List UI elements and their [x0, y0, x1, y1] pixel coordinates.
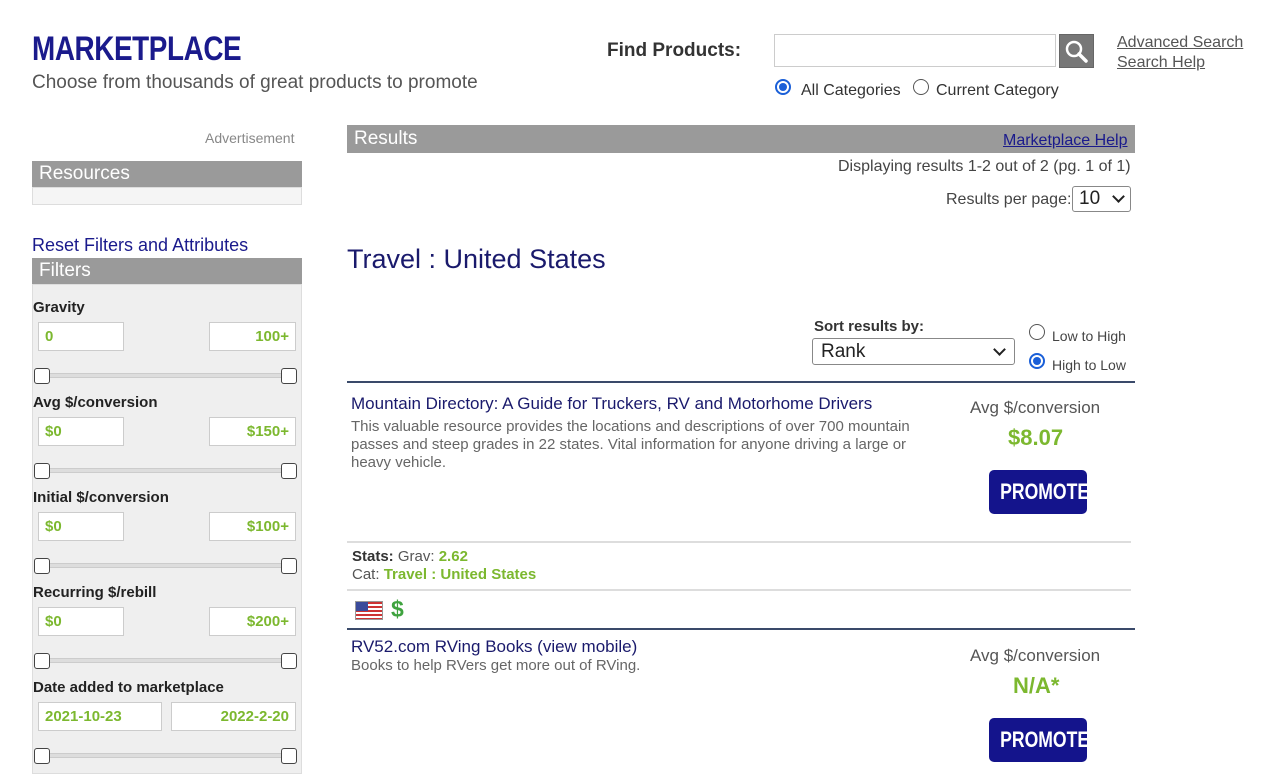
product-stats: Stats: Grav: 2.62	[352, 548, 468, 565]
gravity-min-handle[interactable]	[34, 368, 50, 384]
advertisement-label: Advertisement	[205, 130, 295, 146]
stats-divider	[347, 541, 1131, 543]
initial-conversion-max-handle[interactable]	[281, 558, 297, 574]
sort-label: Sort results by:	[814, 318, 925, 335]
results-per-page-label: Results per page:	[946, 191, 1072, 208]
recurring-rebill-max-input[interactable]: $200+	[209, 607, 296, 636]
avg-conversion-filter-label: Avg $/conversion	[33, 394, 158, 411]
date-added-max-handle[interactable]	[281, 748, 297, 764]
results-per-page-select[interactable]: 10	[1072, 186, 1131, 212]
promote-button[interactable]: PROMOTE	[989, 470, 1090, 514]
marketplace-help-link[interactable]: Marketplace Help	[1003, 132, 1128, 150]
search-input[interactable]	[774, 34, 1056, 67]
search-button[interactable]	[1059, 34, 1094, 68]
gravity-slider-track[interactable]	[42, 373, 288, 378]
grav-value: 2.62	[438, 548, 468, 565]
avg-conversion-value: $8.07	[1008, 425, 1064, 450]
us-flag-icon	[355, 601, 383, 620]
date-added-max-input[interactable]: 2022-2-20	[171, 702, 296, 731]
avg-conversion-max-handle[interactable]	[281, 463, 297, 479]
chevron-down-icon	[993, 343, 1006, 356]
gravity-max-input[interactable]: 100+	[209, 322, 296, 351]
product-description: This valuable resource provides the loca…	[351, 418, 910, 471]
search-help-link[interactable]: Search Help	[1117, 54, 1205, 72]
current-category-radio[interactable]	[913, 79, 929, 95]
icons-divider	[347, 589, 1131, 591]
avg-conversion-value: N/A*	[1013, 673, 1060, 698]
gravity-max-handle[interactable]	[281, 368, 297, 384]
product-divider	[347, 628, 1135, 630]
marketplace-subtitle: Choose from thousands of great products …	[32, 72, 478, 93]
initial-conversion-min-input[interactable]: $0	[38, 512, 124, 541]
date-added-slider-track[interactable]	[42, 753, 288, 758]
promote-button-label: PROMOTE	[1000, 727, 1090, 752]
advanced-search-link[interactable]: Advanced Search	[1117, 34, 1243, 52]
resources-header: Resources	[32, 161, 302, 187]
recurring-rebill-min-input[interactable]: $0	[38, 607, 124, 636]
all-categories-radio[interactable]	[775, 79, 791, 95]
reset-filters-link[interactable]: Reset Filters and Attributes	[32, 235, 248, 256]
find-products-label: Find Products:	[607, 40, 742, 61]
gravity-filter-label: Gravity	[33, 299, 85, 316]
date-added-min-handle[interactable]	[34, 748, 50, 764]
all-categories-label: All Categories	[801, 82, 901, 99]
low-to-high-label: Low to High	[1052, 328, 1126, 344]
avg-conversion-label: Avg $/conversion	[970, 646, 1101, 665]
recurring-rebill-slider-track[interactable]	[42, 658, 288, 663]
grav-label: Grav:	[397, 548, 435, 565]
resources-panel	[32, 187, 302, 205]
high-to-low-radio[interactable]	[1029, 353, 1045, 369]
marketplace-title: MARKETPLACE	[32, 30, 242, 68]
promote-button[interactable]: PROMOTE	[989, 718, 1090, 762]
product-description: Books to help RVers get more out of RVin…	[351, 657, 641, 674]
dollar-icon: $	[391, 596, 404, 622]
initial-conversion-max-input[interactable]: $100+	[209, 512, 296, 541]
search-icon	[1065, 40, 1088, 63]
initial-conversion-filter-label: Initial $/conversion	[33, 489, 169, 506]
product-title[interactable]: RV52.com RVing Books (view mobile)	[351, 637, 637, 657]
results-count: Displaying results 1-2 out of 2 (pg. 1 o…	[838, 158, 1131, 175]
chevron-down-icon	[1112, 190, 1125, 203]
avg-conversion-label: Avg $/conversion	[970, 398, 1101, 417]
avg-conversion-min-input[interactable]: $0	[38, 417, 124, 446]
promote-button-label: PROMOTE	[1000, 479, 1090, 504]
avg-conversion-slider-track[interactable]	[42, 468, 288, 473]
avg-conversion-min-handle[interactable]	[34, 463, 50, 479]
product-title[interactable]: Mountain Directory: A Guide for Truckers…	[351, 394, 872, 414]
product-divider	[347, 381, 1135, 383]
date-added-min-input[interactable]: 2021-10-23	[38, 702, 162, 731]
recurring-rebill-filter-label: Recurring $/rebill	[33, 584, 157, 601]
initial-conversion-slider-track[interactable]	[42, 563, 288, 568]
cat-value[interactable]: Travel : United States	[384, 566, 537, 583]
initial-conversion-min-handle[interactable]	[34, 558, 50, 574]
stats-label: Stats:	[352, 548, 394, 565]
low-to-high-radio[interactable]	[1029, 324, 1045, 340]
results-per-page-value: 10	[1079, 188, 1101, 209]
sort-select[interactable]: Rank	[812, 338, 1015, 365]
filters-header: Filters	[32, 258, 302, 284]
date-added-filter-label: Date added to marketplace	[33, 679, 224, 696]
cat-label: Cat:	[352, 566, 380, 583]
high-to-low-label: High to Low	[1052, 357, 1126, 373]
gravity-min-input[interactable]: 0	[38, 322, 124, 351]
recurring-rebill-min-handle[interactable]	[34, 653, 50, 669]
product-category: Cat: Travel : United States	[352, 566, 536, 583]
sort-value: Rank	[821, 341, 866, 362]
recurring-rebill-max-handle[interactable]	[281, 653, 297, 669]
avg-conversion-max-input[interactable]: $150+	[209, 417, 296, 446]
category-title: Travel : United States	[347, 244, 606, 274]
current-category-label: Current Category	[936, 82, 1059, 99]
